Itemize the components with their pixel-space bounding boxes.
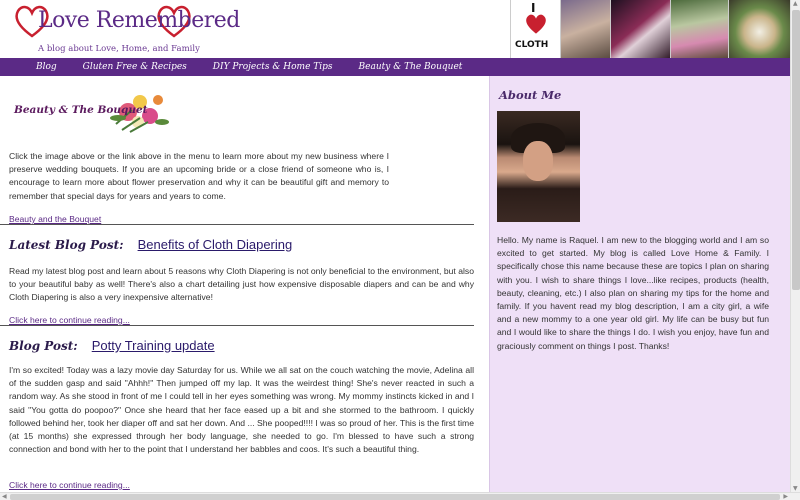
- blog-post-continue-link[interactable]: Click here to continue reading...: [9, 480, 130, 490]
- main-content: Beauty & The Bouquet Click the image abo…: [0, 76, 489, 492]
- nav-item-blog[interactable]: Blog: [36, 62, 57, 72]
- scroll-right-arrow-icon[interactable]: ▶: [783, 493, 788, 500]
- divider: [0, 224, 474, 225]
- author-portrait: [497, 111, 580, 222]
- logo-title: Love Remembered: [38, 8, 240, 33]
- blog-post-label: Blog Post:: [9, 339, 78, 353]
- header-photo-3: [670, 0, 728, 58]
- cloth-badge-text: CLOTH: [515, 40, 549, 50]
- portrait-face: [523, 141, 553, 181]
- bouquet-logo-image[interactable]: Beauty & The Bouquet: [12, 82, 172, 138]
- scroll-down-arrow-icon[interactable]: ▼: [793, 485, 798, 492]
- about-me-title: About Me: [499, 88, 562, 102]
- divider: [0, 325, 474, 326]
- i-love-cloth-badge[interactable]: I CLOTH: [510, 0, 560, 58]
- sidebar: About Me Hello. My name is Raquel. I am …: [489, 76, 790, 492]
- site-header: Love Remembered A blog about Love, Home,…: [0, 0, 790, 58]
- horizontal-scrollbar[interactable]: ◀ ▶: [0, 492, 800, 500]
- main-nav: Blog Gluten Free & Recipes DIY Projects …: [0, 58, 790, 76]
- latest-post-label: Latest Blog Post:: [9, 238, 124, 252]
- site-logo[interactable]: Love Remembered A blog about Love, Home,…: [12, 2, 240, 56]
- scroll-up-arrow-icon[interactable]: ▲: [793, 0, 798, 7]
- about-me-text: Hello. My name is Raquel. I am new to th…: [497, 235, 769, 351]
- nav-item-beauty-bouquet[interactable]: Beauty & The Bouquet: [359, 62, 463, 72]
- latest-post-continue-link[interactable]: Click here to continue reading...: [9, 315, 130, 325]
- header-photo-strip: I CLOTH: [510, 0, 790, 58]
- vertical-scroll-thumb[interactable]: [792, 10, 800, 290]
- vertical-scrollbar[interactable]: ▲ ▼: [790, 0, 800, 492]
- blog-post-title[interactable]: Potty Training update: [92, 338, 215, 353]
- header-photo-2: [610, 0, 670, 58]
- scroll-left-arrow-icon[interactable]: ◀: [2, 493, 7, 500]
- blog-post-heading: Blog Post: Potty Training update: [9, 338, 215, 353]
- bouquet-logo-text: Beauty & The Bouquet: [14, 104, 148, 116]
- horizontal-scroll-thumb[interactable]: [10, 494, 780, 500]
- beauty-bouquet-link[interactable]: Beauty and the Bouquet: [9, 214, 101, 224]
- header-photo-1: [560, 0, 610, 58]
- logo-tagline: A blog about Love, Home, and Family: [38, 44, 200, 54]
- nav-item-diy[interactable]: DIY Projects & Home Tips: [213, 62, 333, 72]
- latest-post-heading: Latest Blog Post: Benefits of Cloth Diap…: [9, 237, 292, 252]
- blog-post-excerpt: I'm so excited! Today was a lazy movie d…: [9, 365, 474, 455]
- latest-post-title[interactable]: Benefits of Cloth Diapering: [138, 237, 293, 252]
- nav-item-gluten-free[interactable]: Gluten Free & Recipes: [83, 62, 187, 72]
- latest-post-excerpt: Read my latest blog post and learn about…: [9, 266, 474, 303]
- heart-icon: [526, 14, 546, 34]
- header-photo-4: [728, 0, 790, 58]
- intro-paragraph: Click the image above or the link above …: [9, 151, 389, 201]
